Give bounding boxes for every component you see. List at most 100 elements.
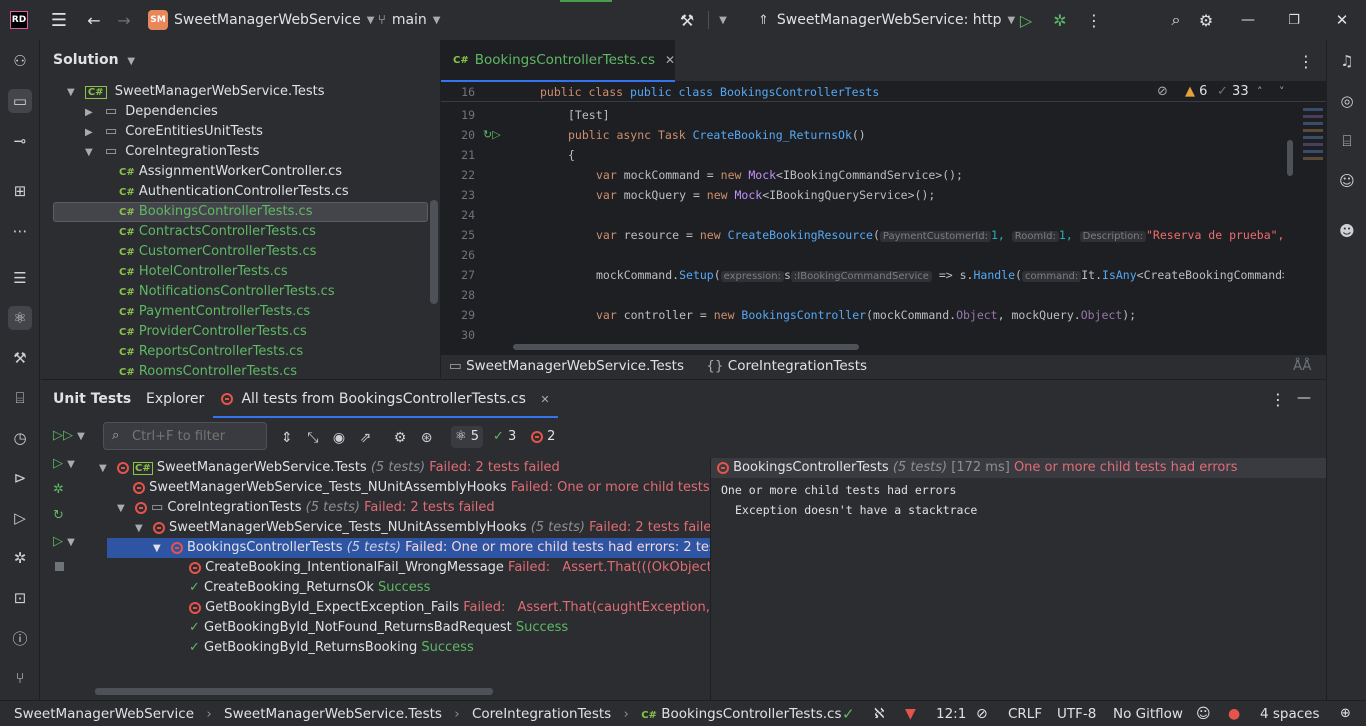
editor-vscrollbar[interactable]: [1287, 140, 1293, 176]
test-tree-hscrollbar[interactable]: [95, 688, 493, 695]
more-vertical-icon[interactable]: ⋮: [1270, 390, 1286, 409]
filter-box[interactable]: ⌕: [103, 422, 267, 450]
total-tests-filter[interactable]: ⚛ 5: [451, 426, 484, 448]
minimize-panel-icon[interactable]: —: [1295, 390, 1313, 406]
solution-header[interactable]: Solution ▼: [53, 52, 135, 68]
commit-icon[interactable]: ⊸: [8, 129, 32, 153]
tree-item-folder[interactable]: ▼ ▭ CoreIntegrationTests: [85, 142, 259, 162]
close-tab-icon[interactable]: ✕: [540, 393, 549, 406]
breadcrumb-project[interactable]: SweetManagerWebService.Tests: [466, 358, 684, 374]
run-icon[interactable]: ▷ ▼: [53, 456, 75, 471]
run-icon[interactable]: ▷: [1016, 0, 1036, 40]
more-vertical-icon[interactable]: ⋮: [1298, 52, 1314, 71]
problems-icon[interactable]: ⓘ: [8, 626, 32, 650]
tree-item-file[interactable]: C# ReportsControllerTests.cs: [119, 342, 303, 362]
debug-icon[interactable]: ✲: [8, 546, 32, 570]
search-icon[interactable]: ⌕: [1166, 0, 1186, 40]
check-circle-icon[interactable]: ✓: [842, 701, 855, 726]
tree-item-file-selected[interactable]: C# BookingsControllerTests.cs: [119, 202, 312, 222]
eye-hidden-icon[interactable]: ⊘: [1157, 82, 1168, 102]
more-vertical-icon[interactable]: ⋮: [1086, 0, 1102, 40]
filter-input[interactable]: [132, 427, 262, 445]
code-area[interactable]: [Test] public async Task CreateBooking_R…: [511, 105, 1284, 348]
line-ending[interactable]: CRLF: [1008, 701, 1042, 726]
database-icon[interactable]: ⌸: [1335, 129, 1359, 153]
run-icon[interactable]: ▷: [8, 506, 32, 530]
tree-item-project[interactable]: ▼ C# SweetManagerWebService.Tests: [67, 82, 325, 102]
failed-tests-filter[interactable]: 2: [531, 426, 555, 448]
stop-icon[interactable]: [55, 562, 64, 571]
test-row[interactable]: SweetManagerWebService_Tests_NUnitAssemb…: [133, 478, 710, 498]
expand-all-icon[interactable]: ⇕: [281, 430, 293, 446]
collapse-all-icon[interactable]: ⤡: [307, 430, 318, 446]
test-row[interactable]: ✓ GetBookingById_NotFound_ReturnsBadRequ…: [189, 618, 710, 638]
crumb-folder[interactable]: CoreIntegrationTests: [472, 706, 611, 722]
tab-explorer[interactable]: Explorer: [146, 380, 204, 418]
checks-counter[interactable]: ✓ 33: [1217, 82, 1249, 102]
test-row[interactable]: ▼ ▭ CoreIntegrationTests (5 tests) Faile…: [117, 498, 710, 518]
test-row[interactable]: ✓ CreateBooking_ReturnsOk Success: [189, 578, 710, 598]
branch-selector[interactable]: ⑂ main ▼: [378, 0, 441, 40]
build-hammer-icon[interactable]: ⚒: [8, 346, 32, 370]
tree-item-file[interactable]: C# AuthenticationControllerTests.cs: [119, 182, 349, 202]
copilot-icon[interactable]: ☺: [1335, 169, 1359, 193]
more-horizontal-icon[interactable]: ⋯: [8, 219, 32, 243]
error-notification-icon[interactable]: ●: [1228, 701, 1240, 726]
tab-all-tests[interactable]: All tests from BookingsControllerTests.c…: [213, 380, 558, 418]
commit-users-icon[interactable]: ⚇: [8, 49, 32, 73]
crumb-solution[interactable]: SweetManagerWebService: [14, 706, 194, 722]
file-encoding[interactable]: UTF-8: [1057, 701, 1096, 726]
project-selector[interactable]: SM SweetManagerWebService ▼: [148, 0, 374, 40]
copilot-icon[interactable]: ☺: [1196, 701, 1211, 726]
debug-test-icon[interactable]: ✲: [53, 482, 64, 497]
forward-icon[interactable]: →: [114, 0, 134, 40]
test-row[interactable]: ▼ C# SweetManagerWebService.Tests (5 tes…: [99, 458, 710, 478]
run-failed-icon[interactable]: ▷ ▼: [53, 534, 75, 549]
profiler-icon[interactable]: ◷: [8, 426, 32, 450]
list-icon[interactable]: ☰: [8, 266, 32, 290]
passed-tests-filter[interactable]: ✓ 3: [493, 426, 516, 448]
test-row[interactable]: GetBookingById_ExpectException_Fails Fai…: [189, 598, 710, 618]
test-row[interactable]: ✓ GetBookingById_ReturnsBooking Success: [189, 638, 710, 658]
notifications-bell-icon[interactable]: ♫: [1335, 49, 1359, 73]
run-config-selector[interactable]: ⇑ SweetManagerWebService: http ▼: [758, 0, 1015, 40]
tree-item-file[interactable]: C# ProviderControllerTests.cs: [119, 322, 307, 342]
back-icon[interactable]: ←: [84, 0, 104, 40]
caret-position[interactable]: 12:1: [936, 701, 966, 726]
tree-item-folder[interactable]: ▶ ▭ CoreEntitiesUnitTests: [85, 122, 263, 142]
export-icon[interactable]: ⇗: [360, 430, 372, 446]
tree-item-dependencies[interactable]: ▶ ▭ Dependencies: [85, 102, 218, 122]
memory-lock-icon[interactable]: ⊕: [1340, 701, 1351, 726]
tree-item-file[interactable]: C# AssignmentWorkerController.cs: [119, 162, 342, 182]
chevron-up-icon[interactable]: ˄: [1257, 82, 1263, 102]
main-menu-icon[interactable]: ☰: [48, 0, 70, 40]
close-icon[interactable]: ✕: [1332, 0, 1352, 40]
structure-icon[interactable]: ⊞: [8, 179, 32, 203]
reader-mode-icon[interactable]: ÅÅ: [1293, 355, 1311, 377]
plugin-status-icon[interactable]: ▼: [905, 701, 916, 726]
sticky-header[interactable]: 16 public class public class BookingsCon…: [441, 82, 1326, 102]
close-tab-icon[interactable]: ✕: [665, 53, 675, 67]
terminal-icon[interactable]: ⊡: [8, 586, 32, 610]
breadcrumb-namespace[interactable]: CoreIntegrationTests: [728, 358, 867, 374]
solution-scrollbar[interactable]: [430, 200, 438, 304]
tree-item-file[interactable]: C# NotificationsControllerTests.cs: [119, 282, 335, 302]
folder-icon[interactable]: ▭: [8, 89, 32, 113]
show-icon[interactable]: ◉: [333, 430, 345, 446]
chevron-down-icon[interactable]: ▼: [716, 0, 730, 40]
vcs-agent-icon[interactable]: ℵ: [874, 701, 884, 726]
run-all-icon[interactable]: ▷▷ ▼: [53, 428, 85, 443]
ai-assistant-icon[interactable]: ◎: [1335, 89, 1359, 113]
editor-hscrollbar[interactable]: [513, 344, 859, 350]
settings-icon[interactable]: ⚙: [394, 430, 407, 446]
group-by-icon[interactable]: ⊛: [421, 430, 433, 446]
services-icon[interactable]: ⊳: [8, 466, 32, 490]
gitflow-status[interactable]: No Gitflow: [1113, 701, 1183, 726]
crumb-project[interactable]: SweetManagerWebService.Tests: [224, 706, 442, 722]
indent-setting[interactable]: 4 spaces: [1260, 701, 1320, 726]
readonly-off-icon[interactable]: ⊘: [976, 701, 988, 726]
rider-logo[interactable]: RD: [10, 0, 28, 40]
test-row[interactable]: ▼ SweetManagerWebService_Tests_NUnitAsse…: [135, 518, 710, 538]
unit-tests-icon[interactable]: ⚛: [8, 306, 32, 330]
database-icon[interactable]: ⌸: [8, 386, 32, 410]
